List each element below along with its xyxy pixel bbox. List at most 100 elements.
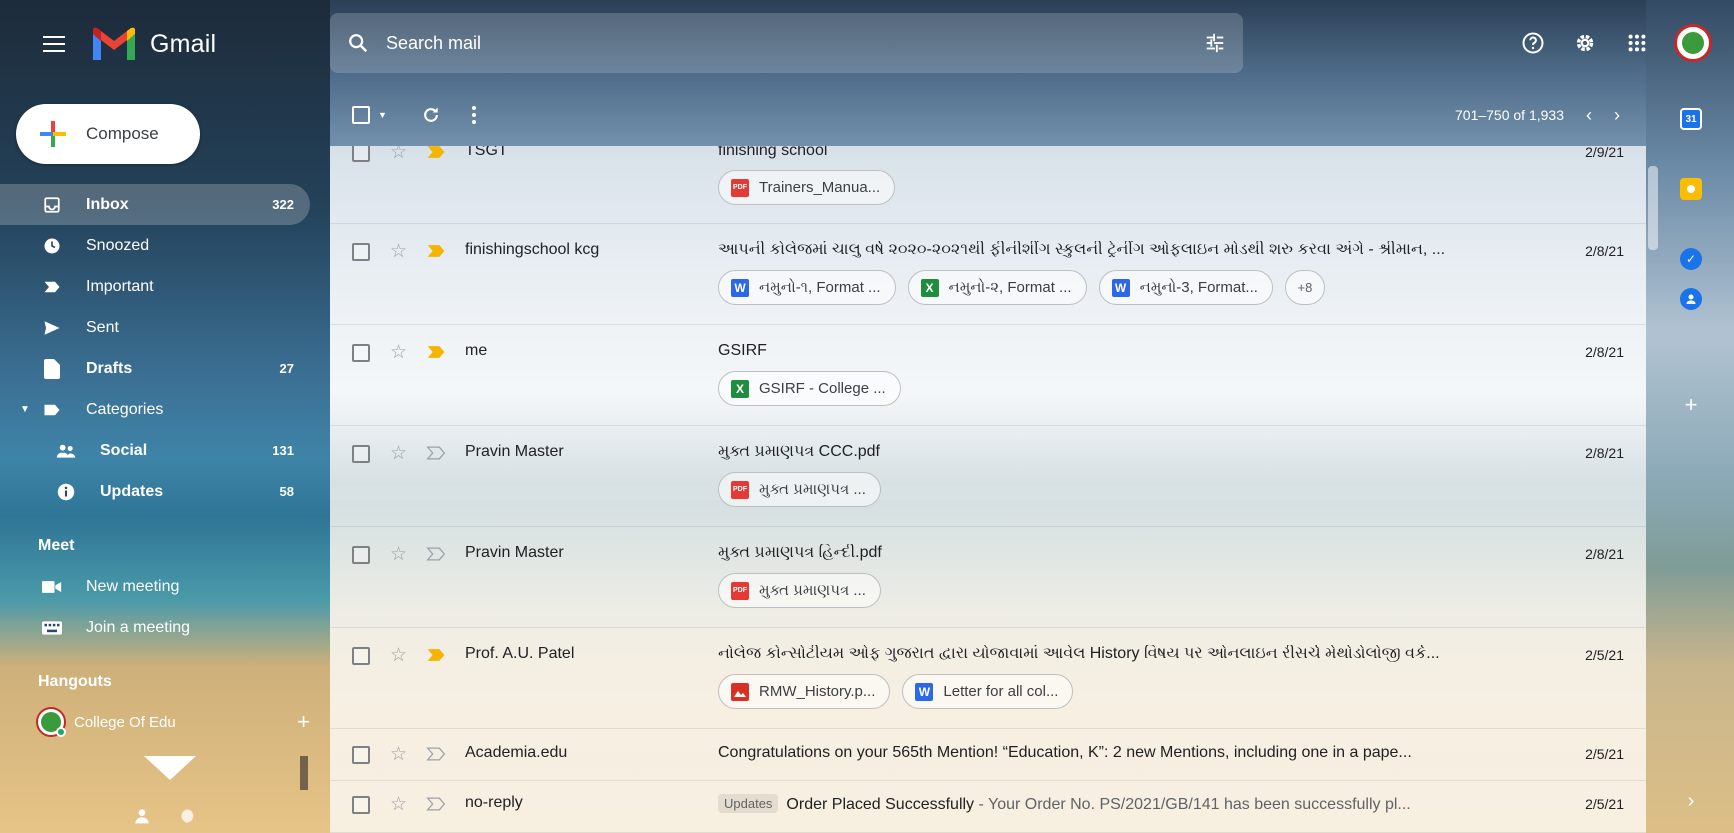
more-options-icon[interactable]: [471, 95, 477, 135]
more-attachments-chip[interactable]: +8: [1284, 270, 1325, 305]
not-important-marker-icon[interactable]: [426, 547, 446, 566]
sidebar-item-label: Sent: [86, 318, 119, 336]
help-icon[interactable]: [1510, 20, 1556, 66]
email-sender: Prof. A.U. Patel: [465, 645, 575, 662]
send-icon: [42, 318, 62, 338]
word-file-icon: W: [915, 682, 934, 701]
attachment-chip[interactable]: PDF Trainers_Manua...: [718, 170, 896, 205]
tasks-icon[interactable]: ✓: [1680, 248, 1702, 270]
sidebar-item-inbox[interactable]: Inbox 322: [0, 184, 310, 225]
email-row[interactable]: ☆ TSGT finishing school 2/9/21 PDF Traine…: [330, 146, 1646, 224]
sidebar-item-categories[interactable]: ▼ Categories: [0, 389, 310, 430]
settings-gear-icon[interactable]: [1562, 20, 1608, 66]
not-important-marker-icon[interactable]: [426, 446, 446, 465]
updates-label-badge[interactable]: Updates: [718, 794, 779, 813]
star-icon[interactable]: ☆: [390, 442, 407, 465]
attachment-chip[interactable]: PDF મુક્ત પ્રમાણપત્ર ...: [718, 573, 881, 608]
star-icon[interactable]: ☆: [390, 644, 407, 667]
sidebar-item-social[interactable]: Social 131: [0, 430, 310, 471]
keep-icon[interactable]: [1680, 178, 1702, 200]
attachment-name: મુક્ત પ્રમાણપત્ર ...: [759, 582, 866, 599]
star-icon[interactable]: ☆: [390, 743, 407, 766]
person-icon[interactable]: [134, 808, 150, 829]
star-icon[interactable]: ☆: [390, 146, 407, 164]
college-logo-icon: [1680, 30, 1706, 56]
add-contact-icon[interactable]: +: [297, 709, 310, 735]
email-row[interactable]: ☆ finishingschool kcg આપની કોલેજમાં ચાલુ…: [330, 224, 1646, 325]
not-important-marker-icon[interactable]: [426, 747, 446, 766]
attachment-chip[interactable]: W Letter for all col...: [902, 674, 1074, 709]
email-date: 2/8/21: [1585, 344, 1624, 360]
sidebar-item-snoozed[interactable]: Snoozed: [0, 225, 310, 266]
email-date: 2/5/21: [1585, 746, 1624, 762]
sidebar-item-label: Categories: [86, 400, 164, 418]
star-icon[interactable]: ☆: [390, 240, 407, 263]
attachment-chip[interactable]: X નમુનો-૨, Format ...: [907, 270, 1087, 305]
compose-button[interactable]: Compose: [16, 104, 200, 164]
star-icon[interactable]: ☆: [390, 793, 407, 816]
row-checkbox[interactable]: [352, 344, 370, 362]
new-meeting-button[interactable]: New meeting: [0, 566, 310, 607]
not-important-marker-icon[interactable]: [426, 797, 446, 816]
hangouts-user[interactable]: College Of Edu +: [0, 702, 330, 742]
row-checkbox[interactable]: [352, 243, 370, 261]
email-list: ☆ TSGT finishing school 2/9/21 PDF Traine…: [330, 146, 1646, 833]
sidebar-item-label: Social: [100, 441, 148, 459]
row-checkbox[interactable]: [352, 445, 370, 463]
gmail-logo[interactable]: Gmail: [90, 26, 216, 62]
row-checkbox[interactable]: [352, 546, 370, 564]
attachment-chip[interactable]: RMW_History.p...: [718, 674, 891, 709]
contacts-icon[interactable]: [1680, 288, 1702, 310]
join-meeting-button[interactable]: Join a meeting: [0, 607, 310, 648]
updates-count: 58: [279, 484, 294, 499]
attachment-chip[interactable]: W નમુનો-૧, Format ...: [718, 270, 896, 305]
main-menu-button[interactable]: [34, 24, 74, 64]
expand-panel-chevron-icon[interactable]: ›: [1680, 790, 1702, 812]
account-avatar[interactable]: [1674, 24, 1712, 62]
caret-down-icon[interactable]: ▼: [378, 110, 387, 120]
add-addon-icon[interactable]: +: [1680, 392, 1702, 417]
sidebar-item-important[interactable]: Important: [0, 266, 310, 307]
search-options-icon[interactable]: [1187, 15, 1243, 71]
caret-down-icon[interactable]: ▼: [20, 404, 30, 415]
important-marker-icon[interactable]: [426, 648, 446, 667]
chevron-left-icon[interactable]: ‹: [1586, 105, 1592, 126]
search-icon[interactable]: [330, 15, 386, 71]
email-row[interactable]: ☆ no-reply Updates Order Placed Successfu…: [330, 781, 1646, 833]
attachment-chip[interactable]: W નમુનો-3, Format...: [1098, 270, 1273, 305]
row-checkbox[interactable]: [352, 146, 370, 162]
attachment-chip[interactable]: X GSIRF - College ...: [718, 371, 901, 406]
calendar-icon[interactable]: 31: [1680, 108, 1702, 130]
email-snippet: - Your Order No. PS/2021/GB/141 has been…: [974, 796, 1411, 813]
email-row[interactable]: ☆ Academia.edu Congratulations on your 5…: [330, 729, 1646, 781]
row-checkbox[interactable]: [352, 746, 370, 764]
search-input[interactable]: [386, 32, 1187, 54]
excel-file-icon: X: [920, 278, 939, 297]
email-sender: no-reply: [465, 794, 523, 811]
sidebar-item-sent[interactable]: Sent: [0, 307, 310, 348]
email-date: 2/5/21: [1585, 647, 1624, 663]
refresh-icon[interactable]: [421, 95, 441, 135]
sidebar-item-drafts[interactable]: Drafts 27: [0, 348, 310, 389]
sidebar-item-updates[interactable]: Updates 58: [0, 471, 310, 512]
apps-grid-icon[interactable]: [1614, 20, 1660, 66]
chevron-right-icon[interactable]: ›: [1614, 105, 1620, 126]
email-row[interactable]: ☆ Pravin Master મુક્ત પ્રમાણપત્ર CCC.pdf…: [330, 426, 1646, 527]
row-checkbox[interactable]: [352, 796, 370, 814]
attachment-name: GSIRF - College ...: [759, 380, 886, 397]
row-checkbox[interactable]: [352, 647, 370, 665]
online-status-dot: [56, 727, 66, 737]
select-all-checkbox[interactable]: ▼: [352, 95, 387, 135]
attachment-name: Letter for all col...: [943, 683, 1059, 700]
important-marker-icon[interactable]: [426, 345, 446, 364]
star-icon[interactable]: ☆: [390, 543, 407, 566]
chat-bubble-icon[interactable]: [180, 808, 196, 829]
important-marker-icon[interactable]: [426, 244, 446, 263]
attachment-chip[interactable]: PDF મુક્ત પ્રમાણપત્ર ...: [718, 472, 881, 507]
email-row[interactable]: ☆ Pravin Master મુક્ત પ્રમાણપત્ર હિન્દી.…: [330, 527, 1646, 628]
star-icon[interactable]: ☆: [390, 341, 407, 364]
sidebar-scroll-thumb[interactable]: [300, 756, 308, 790]
email-row[interactable]: ☆ Prof. A.U. Patel નોલેજ કોન્સોટીયમ ઓફ ગ…: [330, 628, 1646, 729]
email-row[interactable]: ☆ me GSIRF 2/8/21 X GSIRF - College ...: [330, 325, 1646, 426]
important-marker-icon[interactable]: [426, 146, 446, 164]
